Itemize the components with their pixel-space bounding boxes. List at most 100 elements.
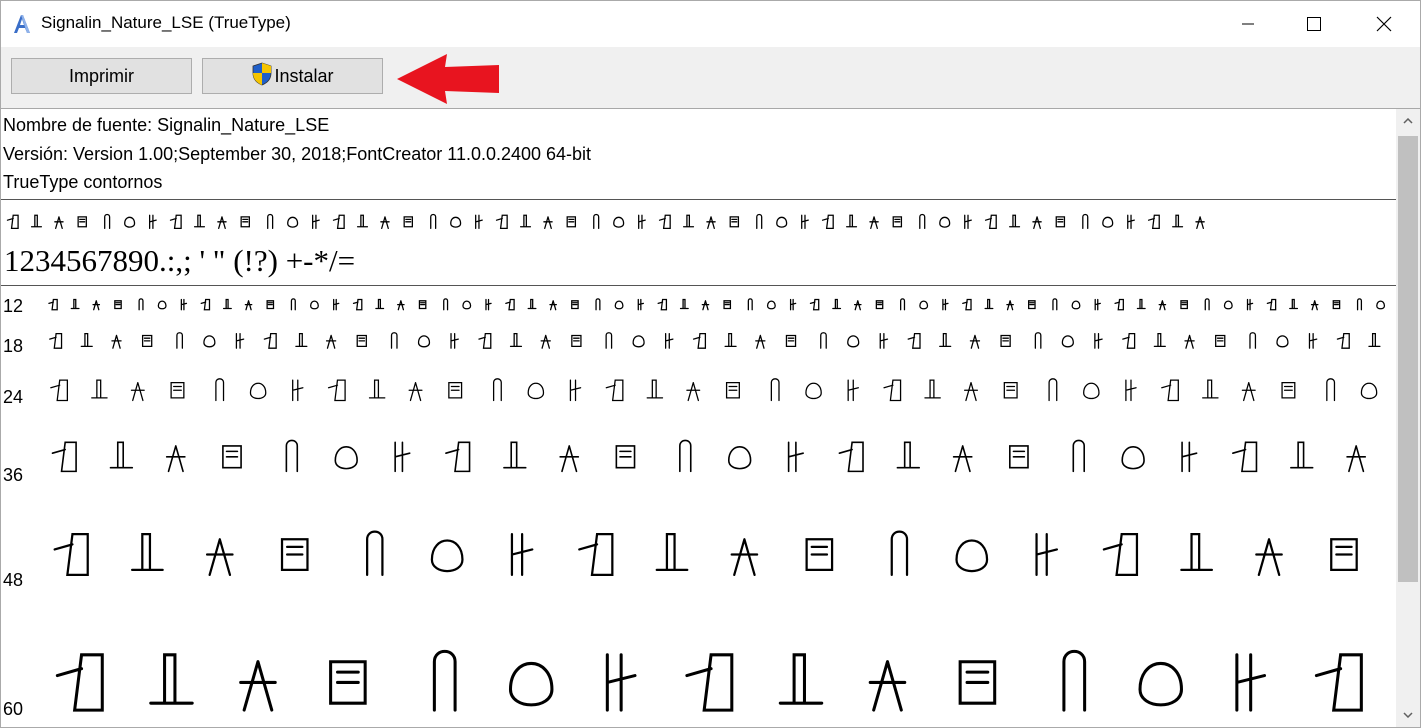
- hand-sign-glyph-icon: [1006, 300, 1014, 311]
- hand-sign-glyph-icon: [1153, 332, 1166, 348]
- hand-sign-glyph-icon: [778, 653, 824, 705]
- glyph-row-12: [48, 298, 1386, 311]
- hand-sign-glyph-icon: [1246, 298, 1254, 311]
- hand-sign-glyph-icon: [1052, 298, 1058, 311]
- hand-sign-glyph-icon: [200, 298, 211, 311]
- hand-sign-glyph-icon: [1249, 332, 1257, 349]
- hand-sign-glyph-icon: [962, 298, 972, 311]
- hand-sign-glyph-icon: [789, 298, 797, 311]
- hand-sign-glyph-icon: [450, 332, 459, 349]
- hand-sign-glyph-icon: [847, 335, 860, 348]
- hand-sign-glyph-icon: [1062, 649, 1087, 712]
- hand-sign-glyph-icon: [1195, 216, 1205, 230]
- hand-sign-glyph-icon: [327, 379, 346, 402]
- hand-sign-glyph-icon: [366, 530, 384, 577]
- hand-sign-glyph-icon: [613, 216, 625, 228]
- hand-sign-glyph-icon: [397, 300, 405, 311]
- scroll-up-button[interactable]: [1396, 109, 1420, 133]
- hand-sign-glyph-icon: [222, 298, 232, 310]
- hand-sign-glyph-icon: [1003, 381, 1018, 399]
- hand-sign-glyph-icon: [240, 216, 250, 228]
- hand-sign-glyph-icon: [352, 298, 363, 311]
- font-version-text: Versión: Version 1.00;September 30, 2018…: [3, 144, 592, 164]
- hand-sign-glyph-icon: [1289, 298, 1299, 310]
- divider: [1, 285, 1396, 286]
- hand-sign-glyph-icon: [679, 439, 692, 473]
- hand-sign-glyph-icon: [148, 214, 157, 230]
- install-button[interactable]: Instalar: [202, 58, 383, 94]
- font-outline-text: TrueType contornos: [3, 172, 163, 192]
- scroll-down-button[interactable]: [1396, 703, 1420, 727]
- hand-sign-glyph-icon: [329, 660, 367, 705]
- hand-sign-glyph-icon: [593, 213, 600, 230]
- hand-sign-glyph-icon: [1276, 335, 1289, 348]
- hand-sign-glyph-icon: [727, 446, 752, 470]
- print-button-label: Imprimir: [69, 65, 134, 86]
- hand-sign-glyph-icon: [724, 332, 737, 348]
- hand-sign-glyph-icon: [235, 332, 245, 349]
- hand-sign-glyph-icon: [510, 533, 534, 577]
- hand-sign-glyph-icon: [312, 214, 320, 230]
- hand-sign-glyph-icon: [638, 214, 646, 230]
- hand-sign-glyph-icon: [49, 332, 63, 349]
- hand-sign-glyph-icon: [1346, 445, 1367, 473]
- hand-sign-glyph-icon: [701, 300, 710, 311]
- hand-sign-glyph-icon: [215, 378, 225, 402]
- minimize-button[interactable]: [1225, 1, 1271, 47]
- print-button[interactable]: Imprimir: [11, 58, 192, 94]
- hand-sign-glyph-icon: [725, 381, 740, 399]
- hand-sign-glyph-icon: [1180, 300, 1188, 310]
- hand-sign-glyph-icon: [615, 445, 636, 469]
- scroll-thumb[interactable]: [1398, 136, 1418, 582]
- hand-sign-glyph-icon: [70, 298, 80, 310]
- hand-sign-glyph-icon: [333, 298, 340, 311]
- hand-sign-glyph-icon: [1161, 379, 1179, 402]
- hand-sign-glyph-icon: [730, 538, 759, 577]
- hand-sign-glyph-icon: [900, 298, 906, 311]
- glyph-row-24: [50, 378, 1378, 402]
- hand-sign-glyph-icon: [939, 332, 952, 348]
- font-name-text: Nombre de fuente: Signalin_Nature_LSE: [3, 115, 330, 135]
- hand-sign-glyph-icon: [569, 379, 582, 402]
- hand-sign-glyph-icon: [952, 445, 973, 473]
- hand-sign-glyph-icon: [549, 300, 557, 311]
- hand-sign-glyph-icon: [1310, 300, 1319, 311]
- chevron-up-icon: [1403, 118, 1413, 124]
- hand-sign-glyph-icon: [443, 298, 449, 311]
- hand-sign-glyph-icon: [450, 216, 462, 228]
- close-button[interactable]: [1361, 1, 1407, 47]
- hand-sign-glyph-icon: [821, 214, 834, 230]
- hand-sign-glyph-icon: [1180, 533, 1214, 571]
- hand-sign-glyph-icon: [1055, 216, 1066, 228]
- hand-sign-glyph-icon: [124, 216, 136, 228]
- glyph-row-60: [55, 649, 1363, 712]
- hand-sign-glyph-icon: [176, 332, 184, 349]
- hand-sign-glyph-icon: [1127, 214, 1135, 230]
- hand-sign-glyph-icon: [646, 379, 664, 399]
- hand-sign-glyph-icon: [846, 214, 858, 228]
- hand-sign-glyph-icon: [266, 300, 275, 310]
- hand-sign-glyph-icon: [879, 332, 889, 349]
- hand-sign-glyph-icon: [838, 441, 864, 473]
- hand-sign-glyph-icon: [805, 382, 822, 400]
- minimize-icon: [1242, 23, 1254, 25]
- glyph-row-48: [53, 530, 1358, 577]
- uac-shield-icon: [253, 62, 272, 86]
- hand-sign-glyph-icon: [403, 216, 413, 228]
- hand-sign-glyph-icon: [1332, 300, 1341, 310]
- hand-sign-glyph-icon: [508, 662, 554, 707]
- hand-sign-glyph-icon: [1061, 335, 1074, 348]
- hand-sign-glyph-icon: [1009, 445, 1029, 469]
- hand-sign-glyph-icon: [540, 334, 551, 349]
- maximize-button[interactable]: [1291, 1, 1337, 47]
- hand-sign-glyph-icon: [605, 653, 637, 712]
- hand-sign-glyph-icon: [325, 334, 337, 349]
- hand-sign-glyph-icon: [131, 533, 164, 571]
- hand-sign-glyph-icon: [801, 214, 809, 230]
- title-bar[interactable]: Signalin_Nature_LSE (TrueType): [1, 1, 1420, 47]
- hand-sign-glyph-icon: [165, 445, 186, 473]
- vertical-scrollbar[interactable]: [1396, 109, 1420, 727]
- hand-sign-glyph-icon: [356, 214, 369, 228]
- hand-sign-glyph-icon: [969, 334, 981, 349]
- hand-sign-glyph-icon: [222, 445, 242, 469]
